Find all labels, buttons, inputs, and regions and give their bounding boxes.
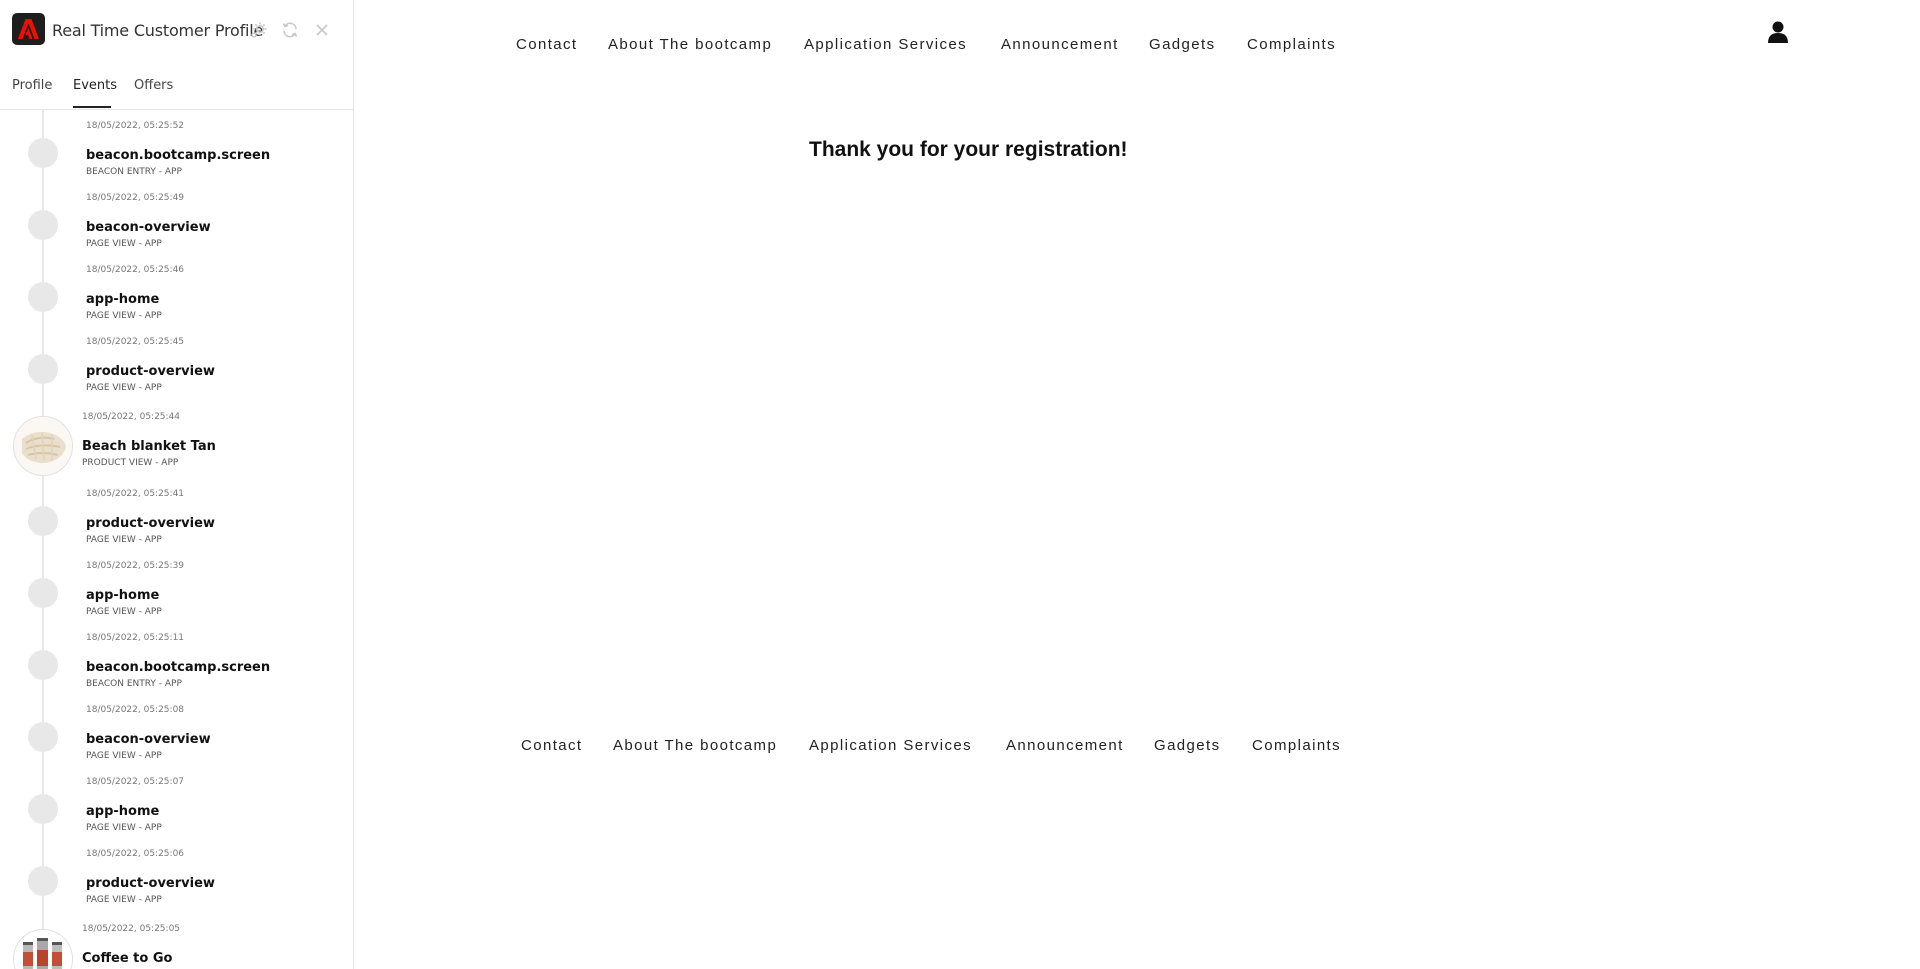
- event-time: 18/05/2022, 05:25:44: [82, 412, 181, 422]
- nav-link-announcement[interactable]: Announcement: [1001, 36, 1119, 53]
- event-time: 18/05/2022, 05:25:49: [86, 193, 185, 203]
- event-type: PAGE VIEW - APP: [86, 751, 162, 761]
- adobe-logo-icon: [12, 13, 45, 45]
- nav-link-contact[interactable]: Contact: [516, 36, 578, 53]
- footer-link-contact[interactable]: Contact: [521, 737, 583, 754]
- event-dot: [28, 794, 58, 824]
- list-item[interactable]: 18/05/2022, 05:25:05 Coffee to Go PRODUC…: [0, 920, 353, 969]
- event-type: PAGE VIEW - APP: [86, 535, 162, 545]
- event-dot: [28, 650, 58, 680]
- footer-link-gadgets[interactable]: Gadgets: [1154, 737, 1221, 754]
- list-item[interactable]: 18/05/2022, 05:25:08 beacon-overview PAG…: [0, 704, 353, 776]
- settings-icon[interactable]: [250, 21, 268, 39]
- event-name: app-home: [86, 588, 160, 603]
- tab-events[interactable]: Events: [73, 78, 117, 93]
- event-time: 18/05/2022, 05:25:05: [82, 924, 181, 934]
- event-dot: [28, 722, 58, 752]
- event-time: 18/05/2022, 05:25:46: [86, 265, 185, 275]
- event-dot: [28, 354, 58, 384]
- event-time: 18/05/2022, 05:25:11: [86, 633, 185, 643]
- footer-link-announcement[interactable]: Announcement: [1006, 737, 1124, 754]
- list-item[interactable]: 18/05/2022, 05:25:46 app-home PAGE VIEW …: [0, 264, 353, 336]
- event-dot: [28, 138, 58, 168]
- event-name: product-overview: [86, 364, 215, 379]
- event-type: PAGE VIEW - APP: [86, 823, 162, 833]
- registration-confirmation-message: Thank you for your registration!: [809, 138, 1128, 161]
- event-name: app-home: [86, 804, 160, 819]
- event-time: 18/05/2022, 05:25:45: [86, 337, 185, 347]
- nav-link-complaints[interactable]: Complaints: [1247, 36, 1336, 53]
- event-dot: [28, 506, 58, 536]
- tab-profile[interactable]: Profile: [12, 78, 52, 93]
- product-thumbnail-coffee-to-go: [13, 929, 73, 969]
- event-type: PRODUCT VIEW - APP: [82, 458, 179, 468]
- event-type: PAGE VIEW - APP: [86, 607, 162, 617]
- event-name: beacon.bootcamp.screen: [86, 660, 271, 675]
- nav-link-about[interactable]: About The bootcamp: [608, 36, 772, 53]
- event-name: product-overview: [86, 876, 215, 891]
- event-name: beacon-overview: [86, 220, 211, 235]
- footer-link-about[interactable]: About The bootcamp: [613, 737, 777, 754]
- list-item[interactable]: 18/05/2022, 05:25:52 beacon.bootcamp.scr…: [0, 120, 353, 192]
- event-time: 18/05/2022, 05:25:41: [86, 489, 185, 499]
- list-item[interactable]: 18/05/2022, 05:25:11 beacon.bootcamp.scr…: [0, 632, 353, 704]
- event-dot: [28, 866, 58, 896]
- customer-profile-panel: Real Time Customer Profile Profile Event…: [0, 0, 354, 969]
- event-type: PAGE VIEW - APP: [86, 311, 162, 321]
- panel-header: Real Time Customer Profile: [0, 0, 353, 60]
- panel-tabs: Profile Events Offers: [0, 72, 353, 110]
- event-type: BEACON ENTRY - APP: [86, 167, 182, 177]
- event-name: Beach blanket Tan: [82, 439, 216, 454]
- event-name: beacon.bootcamp.screen: [86, 148, 271, 163]
- event-type: PAGE VIEW - APP: [86, 239, 162, 249]
- events-timeline[interactable]: 18/05/2022, 05:25:52 beacon.bootcamp.scr…: [0, 110, 353, 969]
- event-dot: [28, 578, 58, 608]
- event-time: 18/05/2022, 05:25:06: [86, 849, 185, 859]
- list-item[interactable]: 18/05/2022, 05:25:49 beacon-overview PAG…: [0, 192, 353, 264]
- active-tab-indicator: [73, 106, 111, 108]
- event-time: 18/05/2022, 05:25:08: [86, 705, 185, 715]
- event-time: 18/05/2022, 05:25:52: [86, 121, 185, 131]
- event-name: product-overview: [86, 516, 215, 531]
- nav-link-gadgets[interactable]: Gadgets: [1149, 36, 1216, 53]
- list-item[interactable]: 18/05/2022, 05:25:41 product-overview PA…: [0, 488, 353, 560]
- panel-title: Real Time Customer Profile: [52, 21, 264, 40]
- event-dot: [28, 210, 58, 240]
- user-icon[interactable]: [1768, 21, 1788, 43]
- list-item[interactable]: 18/05/2022, 05:25:45 product-overview PA…: [0, 336, 353, 408]
- refresh-icon[interactable]: [281, 21, 299, 39]
- event-type: PAGE VIEW - APP: [86, 895, 162, 905]
- list-item[interactable]: 18/05/2022, 05:25:06 product-overview PA…: [0, 848, 353, 920]
- footer-link-complaints[interactable]: Complaints: [1252, 737, 1341, 754]
- event-dot: [28, 282, 58, 312]
- product-thumbnail-beach-blanket: [13, 416, 73, 476]
- list-item[interactable]: 18/05/2022, 05:25:39 app-home PAGE VIEW …: [0, 560, 353, 632]
- event-time: 18/05/2022, 05:25:39: [86, 561, 185, 571]
- footer-link-application-services[interactable]: Application Services: [809, 737, 972, 754]
- close-icon[interactable]: [313, 21, 331, 39]
- event-name: beacon-overview: [86, 732, 211, 747]
- list-item[interactable]: 18/05/2022, 05:25:44 Beach blanket Tan P…: [0, 408, 353, 488]
- event-name: app-home: [86, 292, 160, 307]
- event-type: BEACON ENTRY - APP: [86, 679, 182, 689]
- event-time: 18/05/2022, 05:25:07: [86, 777, 185, 787]
- event-type: PAGE VIEW - APP: [86, 383, 162, 393]
- list-item[interactable]: 18/05/2022, 05:25:07 app-home PAGE VIEW …: [0, 776, 353, 848]
- tab-offers[interactable]: Offers: [134, 78, 173, 93]
- nav-link-application-services[interactable]: Application Services: [804, 36, 967, 53]
- event-name: Coffee to Go: [82, 951, 173, 966]
